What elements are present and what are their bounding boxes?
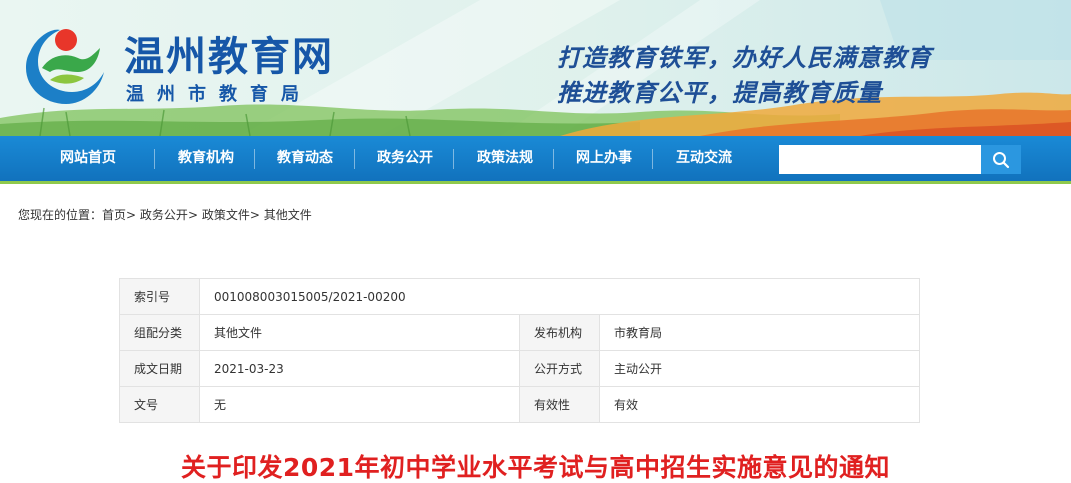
validity-value: 有效	[599, 386, 920, 423]
nav-item-interaction[interactable]: 互动交流	[657, 136, 751, 181]
category-value: 其他文件	[199, 314, 520, 351]
docno-value: 无	[199, 386, 520, 423]
table-row: 成文日期 2021-03-23 公开方式 主动公开	[119, 350, 920, 387]
disclosure-label: 公开方式	[519, 350, 600, 387]
breadcrumb-other-docs[interactable]: 其他文件	[264, 208, 312, 222]
breadcrumb-gov-affairs[interactable]: 政务公开	[140, 208, 188, 222]
document-metadata-table: 索引号 001008003015005/2021-00200 组配分类 其他文件…	[119, 278, 920, 423]
nav-item-gov-affairs[interactable]: 政务公开	[358, 136, 452, 181]
publisher-label: 发布机构	[519, 314, 600, 351]
slogan-line-1: 打造教育铁军，办好人民满意教育	[557, 43, 932, 72]
validity-label: 有效性	[519, 386, 600, 423]
search-icon	[993, 151, 1010, 168]
site-title[interactable]: 温州教育网	[124, 24, 334, 82]
document-title: 关于印发2021年初中学业水平考试与高中招生实施意见的通知	[180, 453, 891, 482]
breadcrumb: 您现在的位置：首页> 政务公开> 政策文件> 其他文件	[18, 206, 312, 223]
docno-label: 文号	[119, 386, 200, 423]
nav-divider	[354, 149, 355, 169]
search-input[interactable]	[779, 145, 981, 174]
site-banner: 温州教育网 温州市教育局 打造教育铁军，办好人民满意教育 推进教育公平，提高教育…	[0, 0, 1071, 136]
index-label: 索引号	[119, 278, 200, 315]
nav-item-online-services[interactable]: 网上办事	[557, 136, 651, 181]
date-value: 2021-03-23	[199, 350, 520, 387]
education-logo-icon	[26, 29, 104, 104]
breadcrumb-separator: >	[126, 208, 137, 222]
table-row: 组配分类 其他文件 发布机构 市教育局	[119, 314, 920, 351]
nav-item-news[interactable]: 教育动态	[258, 136, 352, 181]
nav-item-home[interactable]: 网站首页	[40, 136, 136, 181]
breadcrumb-home[interactable]: 首页	[102, 208, 126, 222]
breadcrumb-policy-docs[interactable]: 政策文件	[202, 208, 250, 222]
breadcrumb-separator: >	[249, 208, 260, 222]
nav-divider	[154, 149, 155, 169]
table-row: 索引号 001008003015005/2021-00200	[119, 278, 920, 315]
date-label: 成文日期	[119, 350, 200, 387]
nav-divider	[553, 149, 554, 169]
nav-item-policies[interactable]: 政策法规	[458, 136, 552, 181]
site-subtitle: 温州市教育局	[126, 84, 312, 105]
breadcrumb-separator: >	[187, 208, 198, 222]
nav-item-institutions[interactable]: 教育机构	[160, 136, 252, 181]
search-button[interactable]	[981, 145, 1021, 174]
index-value: 001008003015005/2021-00200	[199, 278, 920, 315]
breadcrumb-prefix: 您现在的位置：	[18, 208, 103, 222]
category-label: 组配分类	[119, 314, 200, 351]
nav-divider	[453, 149, 454, 169]
nav-divider	[652, 149, 653, 169]
disclosure-value: 主动公开	[599, 350, 920, 387]
slogan-line-2: 推进教育公平，提高教育质量	[557, 78, 882, 107]
publisher-value: 市教育局	[599, 314, 920, 351]
nav-divider	[254, 149, 255, 169]
table-row: 文号 无 有效性 有效	[119, 386, 920, 423]
